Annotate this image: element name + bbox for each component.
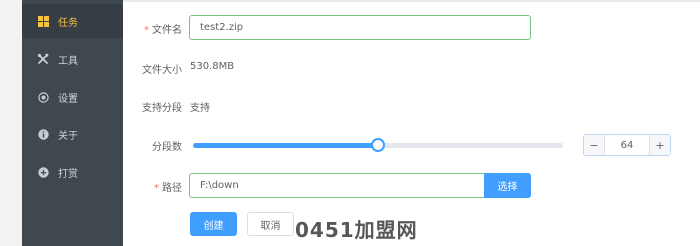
filesize-label-wrap: 文件大小 (123, 61, 182, 76)
filename-label-wrap: * 文件名 (123, 21, 182, 36)
decrement-button[interactable]: − (584, 135, 605, 155)
sidebar-item-settings[interactable]: 设置 (22, 80, 123, 114)
browse-button[interactable]: 选择 (484, 173, 531, 198)
required-mark: * (144, 25, 149, 36)
sidebar-item-label: 关于 (58, 130, 78, 142)
sidebar-item-tasks[interactable]: 任务 (22, 4, 123, 38)
info-icon (37, 128, 49, 140)
segments-slider-thumb[interactable] (371, 138, 385, 152)
sidebar-item-label: 打赏 (58, 168, 78, 180)
required-mark: * (154, 183, 159, 194)
segments-slider[interactable] (193, 138, 563, 152)
split-support-label: 支持分段 (142, 103, 182, 114)
path-label-wrap: * 路径 (123, 179, 182, 194)
create-button[interactable]: 创建 (190, 212, 237, 236)
sidebar-item-about[interactable]: 关于 (22, 117, 123, 151)
path-label: * 路径 (154, 179, 182, 194)
split-label-wrap: 支持分段 (123, 99, 182, 114)
filename-label: * 文件名 (144, 21, 182, 36)
filename-value: test2.zip (200, 22, 244, 33)
segments-stepper[interactable]: − 64 + (583, 134, 671, 156)
sidebar-item-label: 工具 (58, 55, 78, 67)
filesize-value: 530.8MB (190, 61, 235, 72)
sidebar-item-donate[interactable]: 打赏 (22, 155, 123, 189)
tools-icon (37, 53, 49, 65)
settings-icon (37, 91, 49, 103)
segments-slider-fill (193, 143, 378, 148)
segments-label: 分段数 (152, 142, 182, 153)
sidebar-item-label: 设置 (58, 93, 78, 105)
window-edge (0, 0, 22, 246)
filesize-label: 文件大小 (142, 65, 182, 76)
filename-input[interactable]: test2.zip (189, 15, 531, 40)
sidebar-item-tools[interactable]: 工具 (22, 42, 123, 76)
sidebar: 任务 工具 设置 关于 打赏 (22, 0, 123, 246)
segments-label-wrap: 分段数 (123, 138, 182, 153)
sidebar-item-label: 任务 (58, 17, 78, 29)
increment-button[interactable]: + (649, 135, 670, 155)
path-value: F:\down (200, 180, 239, 191)
header-divider (123, 0, 700, 2)
path-label-text: 路径 (162, 183, 182, 194)
site-watermark: 0451加盟网 (295, 218, 418, 242)
cancel-button[interactable]: 取消 (247, 212, 294, 236)
filename-label-text: 文件名 (152, 25, 182, 36)
path-input[interactable]: F:\down (189, 173, 485, 198)
segments-value[interactable]: 64 (605, 135, 649, 155)
grid-icon (37, 15, 49, 27)
split-support-value: 支持 (190, 103, 210, 114)
coin-icon (37, 166, 49, 178)
task-form: * 文件名 test2.zip 文件大小 530.8MB 支持分段 支持 分段数 … (123, 0, 700, 246)
